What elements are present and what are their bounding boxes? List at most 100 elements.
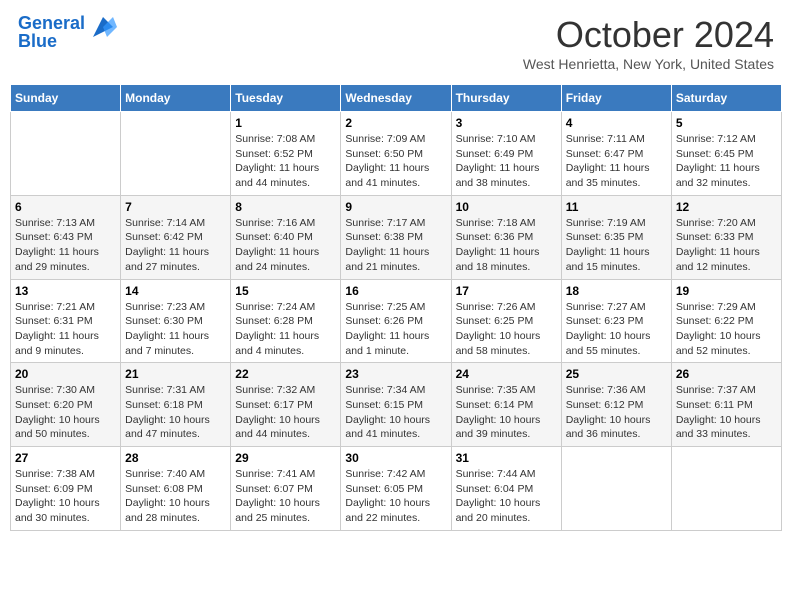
day-info: Sunrise: 7:19 AM Sunset: 6:35 PM Dayligh… <box>566 216 667 275</box>
calendar-cell: 27 Sunrise: 7:38 AM Sunset: 6:09 PM Dayli… <box>11 447 121 531</box>
day-info: Sunrise: 7:34 AM Sunset: 6:15 PM Dayligh… <box>345 383 446 442</box>
calendar-cell: 17Sunrise: 7:26 AM Sunset: 6:25 PM Dayli… <box>451 279 561 363</box>
calendar-cell: 25 Sunrise: 7:36 AM Sunset: 6:12 PM Dayli… <box>561 363 671 447</box>
logo-icon <box>89 13 117 41</box>
day-number: 28 <box>125 451 226 465</box>
day-info: Sunrise: 7:10 AM Sunset: 6:49 PM Dayligh… <box>456 132 557 191</box>
calendar-week-row: 20 Sunrise: 7:30 AM Sunset: 6:20 PM Dayli… <box>11 363 782 447</box>
day-number: 13 <box>15 284 116 298</box>
page-header: GeneralBlue October 2024 West Henrietta,… <box>10 10 782 76</box>
day-info: Sunrise: 7:23 AM Sunset: 6:30 PM Dayligh… <box>125 300 226 359</box>
day-number: 5 <box>676 116 777 130</box>
calendar-cell: 29 Sunrise: 7:41 AM Sunset: 6:07 PM Dayli… <box>231 447 341 531</box>
day-info: Sunrise: 7:40 AM Sunset: 6:08 PM Dayligh… <box>125 467 226 526</box>
day-number: 4 <box>566 116 667 130</box>
calendar-cell: 5 Sunrise: 7:12 AM Sunset: 6:45 PM Daylig… <box>671 112 781 196</box>
day-number: 31 <box>456 451 557 465</box>
location: West Henrietta, New York, United States <box>523 56 774 72</box>
day-number: 18 <box>566 284 667 298</box>
day-info: Sunrise: 7:17 AM Sunset: 6:38 PM Dayligh… <box>345 216 446 275</box>
calendar-cell: 19 Sunrise: 7:29 AM Sunset: 6:22 PM Dayli… <box>671 279 781 363</box>
title-block: October 2024 West Henrietta, New York, U… <box>523 14 774 72</box>
day-number: 2 <box>345 116 446 130</box>
day-number: 24 <box>456 367 557 381</box>
day-of-week-header: Tuesday <box>231 85 341 112</box>
calendar-cell: 1 Sunrise: 7:08 AM Sunset: 6:52 PM Daylig… <box>231 112 341 196</box>
day-number: 7 <box>125 200 226 214</box>
day-number: 22 <box>235 367 336 381</box>
calendar-cell: 8 Sunrise: 7:16 AM Sunset: 6:40 PM Daylig… <box>231 195 341 279</box>
calendar-cell <box>121 112 231 196</box>
day-number: 14 <box>125 284 226 298</box>
day-number: 10 <box>456 200 557 214</box>
day-of-week-header: Monday <box>121 85 231 112</box>
calendar-cell <box>11 112 121 196</box>
day-number: 25 <box>566 367 667 381</box>
day-of-week-header: Thursday <box>451 85 561 112</box>
day-number: 20 <box>15 367 116 381</box>
day-number: 1 <box>235 116 336 130</box>
calendar-cell: 24 Sunrise: 7:35 AM Sunset: 6:14 PM Dayli… <box>451 363 561 447</box>
calendar-cell: 23Sunrise: 7:34 AM Sunset: 6:15 PM Dayli… <box>341 363 451 447</box>
calendar-week-row: 27 Sunrise: 7:38 AM Sunset: 6:09 PM Dayli… <box>11 447 782 531</box>
day-info: Sunrise: 7:12 AM Sunset: 6:45 PM Dayligh… <box>676 132 777 191</box>
day-of-week-header: Wednesday <box>341 85 451 112</box>
calendar-cell <box>561 447 671 531</box>
day-number: 6 <box>15 200 116 214</box>
day-info: Sunrise: 7:24 AM Sunset: 6:28 PM Dayligh… <box>235 300 336 359</box>
calendar-cell: 4 Sunrise: 7:11 AM Sunset: 6:47 PM Daylig… <box>561 112 671 196</box>
day-info: Sunrise: 7:32 AM Sunset: 6:17 PM Dayligh… <box>235 383 336 442</box>
calendar-header-row: SundayMondayTuesdayWednesdayThursdayFrid… <box>11 85 782 112</box>
day-number: 16 <box>345 284 446 298</box>
day-info: Sunrise: 7:36 AM Sunset: 6:12 PM Dayligh… <box>566 383 667 442</box>
day-info: Sunrise: 7:41 AM Sunset: 6:07 PM Dayligh… <box>235 467 336 526</box>
day-number: 19 <box>676 284 777 298</box>
calendar-cell: 10 Sunrise: 7:18 AM Sunset: 6:36 PM Dayli… <box>451 195 561 279</box>
calendar-cell: 13 Sunrise: 7:21 AM Sunset: 6:31 PM Dayli… <box>11 279 121 363</box>
calendar-cell: 9Sunrise: 7:17 AM Sunset: 6:38 PM Daylig… <box>341 195 451 279</box>
day-info: Sunrise: 7:27 AM Sunset: 6:23 PM Dayligh… <box>566 300 667 359</box>
calendar-cell: 18 Sunrise: 7:27 AM Sunset: 6:23 PM Dayli… <box>561 279 671 363</box>
day-number: 8 <box>235 200 336 214</box>
month-title: October 2024 <box>523 14 774 56</box>
day-info: Sunrise: 7:20 AM Sunset: 6:33 PM Dayligh… <box>676 216 777 275</box>
day-info: Sunrise: 7:44 AM Sunset: 6:04 PM Dayligh… <box>456 467 557 526</box>
calendar-table: SundayMondayTuesdayWednesdayThursdayFrid… <box>10 84 782 531</box>
calendar-cell: 12 Sunrise: 7:20 AM Sunset: 6:33 PM Dayli… <box>671 195 781 279</box>
day-info: Sunrise: 7:16 AM Sunset: 6:40 PM Dayligh… <box>235 216 336 275</box>
calendar-week-row: 13 Sunrise: 7:21 AM Sunset: 6:31 PM Dayli… <box>11 279 782 363</box>
day-number: 27 <box>15 451 116 465</box>
day-info: Sunrise: 7:35 AM Sunset: 6:14 PM Dayligh… <box>456 383 557 442</box>
day-info: Sunrise: 7:11 AM Sunset: 6:47 PM Dayligh… <box>566 132 667 191</box>
calendar-cell: 3 Sunrise: 7:10 AM Sunset: 6:49 PM Daylig… <box>451 112 561 196</box>
day-info: Sunrise: 7:21 AM Sunset: 6:31 PM Dayligh… <box>15 300 116 359</box>
day-info: Sunrise: 7:29 AM Sunset: 6:22 PM Dayligh… <box>676 300 777 359</box>
calendar-cell: 22 Sunrise: 7:32 AM Sunset: 6:17 PM Dayli… <box>231 363 341 447</box>
day-number: 29 <box>235 451 336 465</box>
day-info: Sunrise: 7:37 AM Sunset: 6:11 PM Dayligh… <box>676 383 777 442</box>
day-info: Sunrise: 7:30 AM Sunset: 6:20 PM Dayligh… <box>15 383 116 442</box>
calendar-cell <box>671 447 781 531</box>
calendar-cell: 26 Sunrise: 7:37 AM Sunset: 6:11 PM Dayli… <box>671 363 781 447</box>
calendar-cell: 16Sunrise: 7:25 AM Sunset: 6:26 PM Dayli… <box>341 279 451 363</box>
calendar-cell: 31 Sunrise: 7:44 AM Sunset: 6:04 PM Dayli… <box>451 447 561 531</box>
calendar-cell: 2Sunrise: 7:09 AM Sunset: 6:50 PM Daylig… <box>341 112 451 196</box>
calendar-week-row: 1 Sunrise: 7:08 AM Sunset: 6:52 PM Daylig… <box>11 112 782 196</box>
day-info: Sunrise: 7:31 AM Sunset: 6:18 PM Dayligh… <box>125 383 226 442</box>
day-number: 21 <box>125 367 226 381</box>
day-info: Sunrise: 7:38 AM Sunset: 6:09 PM Dayligh… <box>15 467 116 526</box>
day-number: 15 <box>235 284 336 298</box>
calendar-cell: 15 Sunrise: 7:24 AM Sunset: 6:28 PM Dayli… <box>231 279 341 363</box>
calendar-week-row: 6Sunrise: 7:13 AM Sunset: 6:43 PM Daylig… <box>11 195 782 279</box>
day-info: Sunrise: 7:18 AM Sunset: 6:36 PM Dayligh… <box>456 216 557 275</box>
day-number: 3 <box>456 116 557 130</box>
day-number: 12 <box>676 200 777 214</box>
day-info: Sunrise: 7:08 AM Sunset: 6:52 PM Dayligh… <box>235 132 336 191</box>
day-number: 26 <box>676 367 777 381</box>
calendar-cell: 21 Sunrise: 7:31 AM Sunset: 6:18 PM Dayli… <box>121 363 231 447</box>
day-number: 30 <box>345 451 446 465</box>
calendar-cell: 14 Sunrise: 7:23 AM Sunset: 6:30 PM Dayli… <box>121 279 231 363</box>
logo-text: GeneralBlue <box>18 14 85 50</box>
calendar-cell: 28 Sunrise: 7:40 AM Sunset: 6:08 PM Dayli… <box>121 447 231 531</box>
day-of-week-header: Sunday <box>11 85 121 112</box>
